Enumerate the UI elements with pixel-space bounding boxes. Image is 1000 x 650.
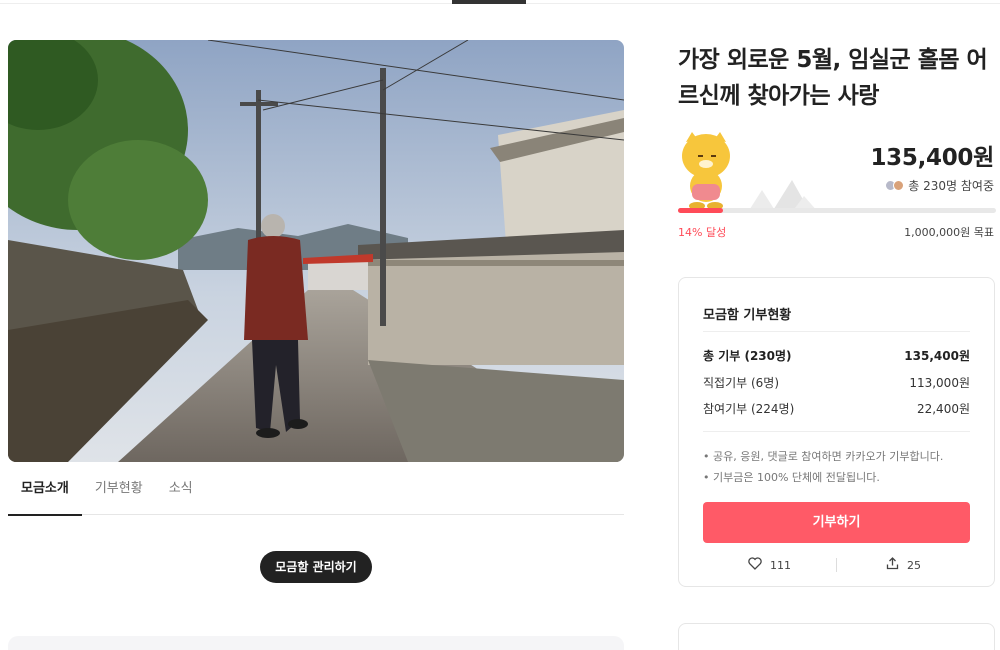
row-value: 22,400원 <box>916 402 970 416</box>
divider <box>703 431 970 432</box>
share-icon <box>886 557 899 573</box>
progress-bar <box>678 208 996 213</box>
participant-text: 총 230명 참여중 <box>908 179 994 193</box>
info-note: • 공유, 응원, 댓글로 참여하면 카카오가 기부합니다. <box>703 450 944 463</box>
card-title: 모금함 기부현황 <box>703 308 792 323</box>
campaign-tabs: 모금소개 기부현황 소식 <box>8 470 624 516</box>
progress-fill <box>678 208 723 213</box>
total-donation-row: 총 기부 (230명) 135,400원 <box>703 347 970 364</box>
share-count: 25 <box>907 558 921 572</box>
progress-mountains-icon <box>748 176 818 212</box>
row-label: 총 기부 (230명) <box>703 349 792 363</box>
row-label: 직접기부 (6명) <box>703 376 780 390</box>
like-button[interactable]: 111 <box>703 557 836 573</box>
progress-percent: 14% 달성 <box>678 226 727 239</box>
info-note: • 기부금은 100% 단체에 전달됩니다. <box>703 471 880 484</box>
campaign-photo <box>8 40 624 462</box>
campaign-title: 가장 외로운 5월, 임실군 홀몸 어르신께 찾아가는 사랑 <box>678 47 988 109</box>
divider <box>703 331 970 332</box>
like-count: 111 <box>770 558 791 572</box>
tab-news[interactable]: 소식 <box>156 470 206 515</box>
participant-count: 총 230명 참여중 <box>885 177 994 194</box>
tab-donation-status[interactable]: 기부현황 <box>82 470 156 515</box>
participant-avatars <box>885 180 905 191</box>
top-tab-indicator <box>452 0 526 4</box>
manage-fundraiser-button[interactable]: 모금함 관리하기 <box>260 551 372 583</box>
action-bar: 111 25 <box>703 554 970 576</box>
row-value: 135,400원 <box>904 349 970 363</box>
tab-intro[interactable]: 모금소개 <box>8 470 82 516</box>
secondary-card <box>678 623 995 650</box>
goal-amount: 1,000,000원 목표 <box>904 226 994 239</box>
heart-icon <box>748 557 762 573</box>
content-card <box>8 636 624 650</box>
donation-status-card: 모금함 기부현황 총 기부 (230명) 135,400원 직접기부 (6명) … <box>678 277 995 587</box>
direct-donation-row: 직접기부 (6명) 113,000원 <box>703 374 970 391</box>
mascot-character-icon <box>678 128 734 212</box>
row-value: 113,000원 <box>909 376 970 390</box>
share-button[interactable]: 25 <box>837 557 970 573</box>
participation-donation-row: 참여기부 (224명) 22,400원 <box>703 400 970 417</box>
donate-button[interactable]: 기부하기 <box>703 502 970 543</box>
row-label: 참여기부 (224명) <box>703 402 795 416</box>
raised-amount: 135,400원 <box>870 145 994 171</box>
